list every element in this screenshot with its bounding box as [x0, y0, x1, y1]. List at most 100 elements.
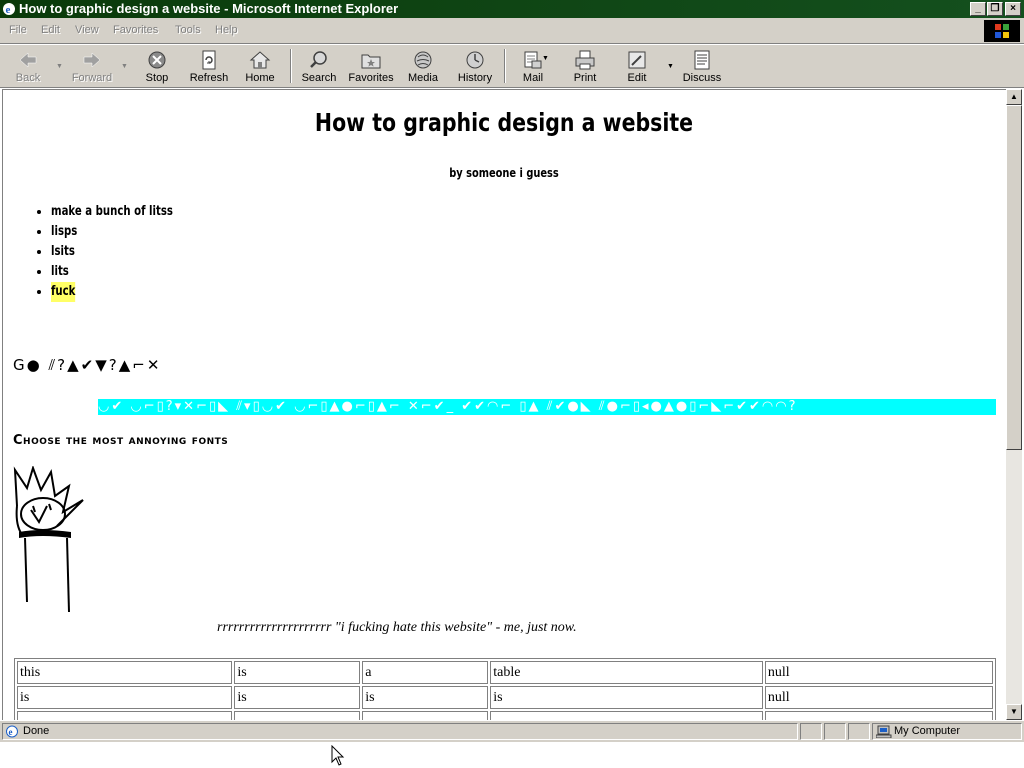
- security-zone-label: My Computer: [894, 725, 961, 737]
- svg-text:e: e: [6, 4, 11, 16]
- edit-dropdown-icon[interactable]: ▼: [667, 63, 674, 70]
- forward-label: Forward: [71, 72, 113, 84]
- menu-help[interactable]: Help: [215, 24, 238, 36]
- standard-toolbar: Back ▼ Forward ▼ Stop Refresh Home Searc…: [0, 44, 1024, 88]
- forward-button[interactable]: Forward: [66, 47, 118, 87]
- toolbar-separator: [504, 49, 506, 83]
- home-button[interactable]: Home: [234, 47, 286, 87]
- print-icon: [575, 50, 595, 70]
- table-cell: is: [234, 661, 361, 684]
- content-table: this is a table null is is is is null: [14, 658, 996, 720]
- home-label: Home: [245, 72, 275, 84]
- windows-logo-icon: [984, 20, 1020, 42]
- status-pane-empty: [824, 723, 846, 740]
- menu-bar: File Edit View Favorites Tools Help: [0, 18, 1024, 44]
- edit-icon: [628, 51, 646, 69]
- table-cell: a: [362, 661, 489, 684]
- scroll-thumb[interactable]: [1006, 105, 1022, 450]
- search-icon: [310, 51, 327, 68]
- status-pane-empty: [848, 723, 870, 740]
- forward-dropdown-icon[interactable]: ▼: [121, 63, 128, 70]
- stop-label: Stop: [145, 72, 169, 84]
- table-cell: [764, 711, 993, 720]
- quote-text: rrrrrrrrrrrrrrrrrrrrr "i fucking hate th…: [217, 620, 577, 635]
- table-cell: [234, 711, 361, 720]
- stop-button[interactable]: Stop: [131, 47, 183, 87]
- discuss-icon: [694, 50, 710, 70]
- history-button[interactable]: History: [449, 47, 501, 87]
- table-cell: is: [17, 686, 233, 709]
- close-button[interactable]: ×: [1005, 2, 1021, 16]
- menu-tools[interactable]: Tools: [175, 24, 201, 36]
- list-item-highlighted: fuck: [51, 282, 207, 302]
- status-pane: e Done: [2, 723, 798, 740]
- search-label: Search: [301, 72, 337, 84]
- cyan-symbol-banner: ◡✔ ◡⌐▯?▾✕⌐▯◣ ⫽▾▯◡✔ ◡⌐▯▲●⌐▯▲⌐ ✕⌐✔_ ✔✔◠⌐ ▯…: [98, 399, 996, 415]
- list-item: lsits: [51, 242, 207, 262]
- hand-drawn-crown-figure: [13, 466, 84, 613]
- menu-edit[interactable]: Edit: [41, 24, 60, 36]
- window-title: How to graphic design a website - Micros…: [19, 1, 399, 16]
- mail-button[interactable]: Mail: [507, 47, 559, 87]
- table-cell: [17, 711, 233, 720]
- page-title: How to graphic design a website: [314, 108, 694, 137]
- desktop-strip: [0, 742, 1024, 768]
- toolbar-separator: [290, 49, 292, 83]
- status-pane-empty: [800, 723, 822, 740]
- menu-favorites[interactable]: Favorites: [113, 24, 158, 36]
- svg-text:e: e: [9, 727, 13, 737]
- mouse-cursor-icon: [331, 745, 345, 766]
- edit-button[interactable]: Edit: [611, 47, 663, 87]
- favorites-button[interactable]: Favorites: [345, 47, 397, 87]
- discuss-label: Discuss: [682, 72, 722, 84]
- minimize-button[interactable]: _: [970, 2, 986, 16]
- back-label: Back: [15, 72, 41, 84]
- back-arrow-icon: [19, 52, 37, 68]
- back-button[interactable]: Back: [2, 47, 54, 87]
- list-item: lisps: [51, 222, 207, 242]
- page-done-icon: e: [6, 725, 18, 738]
- media-label: Media: [408, 72, 438, 84]
- discuss-button[interactable]: Discuss: [676, 47, 728, 87]
- back-dropdown-icon[interactable]: ▼: [56, 63, 63, 70]
- vertical-scrollbar[interactable]: ▲ ▼: [1006, 89, 1022, 720]
- search-button[interactable]: Search: [293, 47, 345, 87]
- media-button[interactable]: Media: [397, 47, 449, 87]
- table-row: this is a table null: [17, 661, 993, 684]
- refresh-button[interactable]: Refresh: [183, 47, 235, 87]
- table-row: [17, 711, 993, 720]
- table-cell: this: [17, 661, 233, 684]
- media-icon: [414, 51, 432, 69]
- scroll-down-button[interactable]: ▼: [1006, 704, 1022, 720]
- favorites-icon: [361, 54, 381, 69]
- page-viewport[interactable]: How to graphic design a website by someo…: [2, 89, 1006, 720]
- mail-label: Mail: [522, 72, 544, 84]
- restore-button[interactable]: ❐: [987, 2, 1003, 16]
- list-item: lits: [51, 262, 207, 282]
- table-cell: is: [362, 686, 489, 709]
- mail-icon: [524, 51, 542, 69]
- favorites-label: Favorites: [348, 72, 394, 84]
- forward-arrow-icon: [83, 52, 101, 68]
- menu-view[interactable]: View: [75, 24, 99, 36]
- title-bar[interactable]: e How to graphic design a website - Micr…: [0, 0, 1024, 18]
- table-cell: table: [490, 661, 763, 684]
- table-cell: is: [234, 686, 361, 709]
- history-label: History: [457, 72, 493, 84]
- my-computer-icon: [876, 725, 892, 738]
- status-text: Done: [23, 725, 50, 737]
- edit-label: Edit: [627, 72, 647, 84]
- page-byline: by someone i guess: [449, 166, 559, 180]
- print-button[interactable]: Print: [559, 47, 611, 87]
- wingding-text-line: G● ⫽?▲✔▼?▲⌐✕: [13, 356, 162, 374]
- history-icon: [466, 51, 484, 69]
- table-cell: is: [490, 686, 763, 709]
- mail-dropdown-icon[interactable]: ▼: [542, 55, 549, 62]
- security-zone-pane: My Computer: [872, 723, 1022, 740]
- ie-logo-icon: e: [3, 3, 15, 16]
- menu-file[interactable]: File: [9, 24, 27, 36]
- table-row: is is is is null: [17, 686, 993, 709]
- list-item: make a bunch of litss: [51, 202, 207, 222]
- scroll-up-button[interactable]: ▲: [1006, 89, 1022, 105]
- refresh-label: Refresh: [189, 72, 229, 84]
